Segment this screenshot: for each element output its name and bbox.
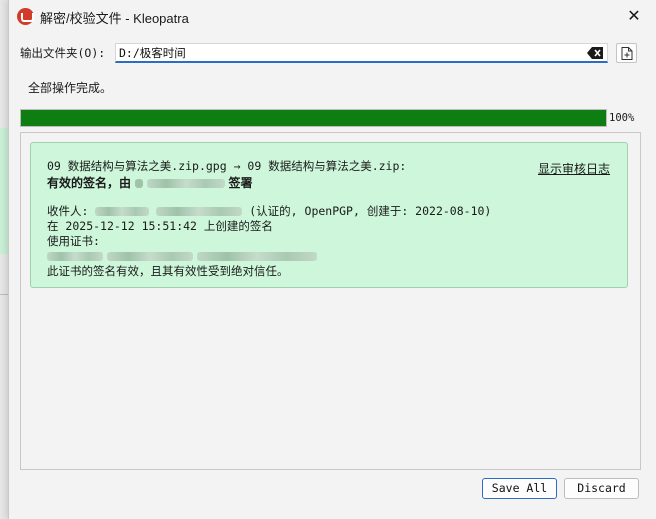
progress-fill (21, 110, 606, 126)
decrypt-verify-dialog: 解密/校验文件 - Kleopatra ✕ 输出文件夹(O): 全部操作完成。 … (8, 0, 656, 519)
browse-folder-button[interactable] (616, 43, 637, 63)
redacted-recipient-email (156, 207, 243, 216)
kleopatra-app-icon (17, 8, 34, 25)
show-audit-log-link[interactable]: 显示审核日志 (538, 160, 610, 177)
redacted-cert-fingerprint[interactable] (196, 252, 317, 261)
recipient-line: 收件人: (认证的, OpenPGP, 创建于: 2022-08-10) (47, 203, 491, 219)
clear-text-icon[interactable] (587, 47, 603, 59)
save-all-button[interactable]: Save All (482, 478, 557, 499)
redacted-cert-email[interactable] (106, 252, 193, 261)
document-icon (621, 47, 633, 60)
discard-button[interactable]: Discard (564, 478, 639, 499)
file-line: 09 数据结构与算法之美.zip.gpg → 09 数据结构与算法之美.zip: (47, 159, 407, 173)
certificate-line (47, 249, 317, 263)
title-bar: 解密/校验文件 - Kleopatra ✕ (9, 0, 656, 32)
progress-percent: 100% (609, 112, 635, 124)
signature-suffix: 签署 (228, 176, 253, 190)
created-line: 在 2025-12-12 15:51:42 上创建的签名 (47, 219, 273, 233)
redacted-signer (146, 179, 225, 188)
signature-line: 有效的签名，由 签署 (47, 174, 253, 191)
output-folder-field[interactable] (115, 43, 608, 63)
output-folder-label: 输出文件夹(O): (20, 46, 106, 60)
redacted-recipient-name (95, 207, 150, 216)
recipient-label: 收件人: (47, 204, 89, 218)
results-panel: 09 数据结构与算法之美.zip.gpg → 09 数据结构与算法之美.zip:… (20, 132, 641, 470)
window-title: 解密/校验文件 - Kleopatra (40, 11, 189, 26)
redacted-signer-initial (134, 179, 143, 188)
recipient-details: (认证的, OpenPGP, 创建于: 2022-08-10) (249, 204, 492, 218)
result-card: 09 数据结构与算法之美.zip.gpg → 09 数据结构与算法之美.zip:… (30, 142, 628, 288)
trust-line: 此证书的签名有效，且其有效性受到绝对信任。 (47, 264, 289, 278)
output-folder-input[interactable] (116, 44, 586, 62)
redacted-cert-name[interactable] (47, 252, 103, 261)
certificate-label: 使用证书: (47, 234, 100, 248)
progress-bar (20, 109, 607, 127)
close-button[interactable]: ✕ (622, 4, 646, 28)
signature-prefix: 有效的签名，由 (47, 176, 132, 190)
status-text: 全部操作完成。 (28, 81, 113, 95)
